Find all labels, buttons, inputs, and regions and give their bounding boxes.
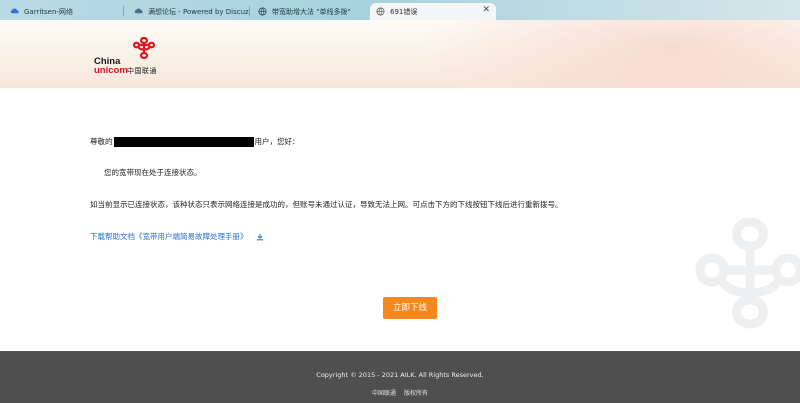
logo-wordmark: China unicom bbox=[94, 56, 128, 76]
china-unicom-logo: China unicom 中国联通 bbox=[94, 35, 174, 79]
tab-title: Garritsen-网络 bbox=[24, 7, 73, 16]
copyright-text: Copyright © 2015 - 2021 AILK. All Rights… bbox=[316, 371, 484, 379]
browser-tab-strip: Garritsen-网络 满想论坛 - Powered by Discuz! 带… bbox=[0, 0, 800, 20]
unicom-knot-icon bbox=[132, 36, 156, 60]
footer-link-rights: 版权所有 bbox=[403, 390, 428, 397]
help-document-link[interactable]: 下载帮助文档《宽带用户端简易故障处理手册》 bbox=[90, 231, 264, 242]
cloud-icon bbox=[134, 7, 143, 16]
redacted-username bbox=[113, 136, 254, 147]
browser-tab-active[interactable]: 691错误 ✕ bbox=[370, 3, 496, 20]
footer-link-unicom[interactable]: 中国联通 bbox=[372, 390, 396, 397]
unicom-watermark-icon bbox=[695, 217, 800, 329]
header-banner: China unicom 中国联通 bbox=[0, 20, 800, 88]
footer: Copyright © 2015 - 2021 AILK. All Rights… bbox=[0, 351, 800, 403]
download-icon[interactable] bbox=[256, 233, 264, 241]
help-link-label: 下载帮助文档《宽带用户端简易故障处理手册》 bbox=[90, 232, 248, 241]
close-icon[interactable]: ✕ bbox=[482, 5, 490, 15]
tab-title: 满想论坛 - Powered by Discuz! bbox=[148, 7, 250, 16]
logo-chinese-name: 中国联通 bbox=[127, 67, 157, 75]
cloud-icon bbox=[10, 7, 19, 16]
browser-tab-2[interactable]: 满想论坛 - Powered by Discuz! bbox=[128, 3, 250, 20]
greeting-suffix: 用户，您好： bbox=[254, 137, 300, 146]
disconnect-now-button[interactable]: 立即下线 bbox=[383, 297, 437, 319]
globe-icon bbox=[258, 7, 267, 16]
tab-title: 带宽助增大法 "单线多拨" bbox=[272, 7, 351, 16]
footer-links: 中国联通 版权所有 bbox=[0, 388, 800, 397]
greeting-line: 尊敬的 用户，您好： bbox=[90, 136, 300, 147]
connection-status-text: 您的宽带现在处于连接状态。 bbox=[104, 168, 202, 177]
tab-title: 691错误 bbox=[390, 7, 418, 16]
info-text: 如当前显示已连接状态，该种状态只表示网络连接是成功的，但账号未通过认证，导致无法… bbox=[90, 200, 563, 209]
browser-tab-1[interactable]: Garritsen-网络 bbox=[4, 3, 124, 20]
globe-icon bbox=[376, 7, 385, 16]
browser-tab-3[interactable]: 带宽助增大法 "单线多拨" bbox=[252, 3, 370, 20]
main-content: 尊敬的 用户，您好： 您的宽带现在处于连接状态。 如当前显示已连接状态，该种状态… bbox=[0, 88, 800, 351]
greeting-prefix: 尊敬的 bbox=[90, 137, 113, 146]
